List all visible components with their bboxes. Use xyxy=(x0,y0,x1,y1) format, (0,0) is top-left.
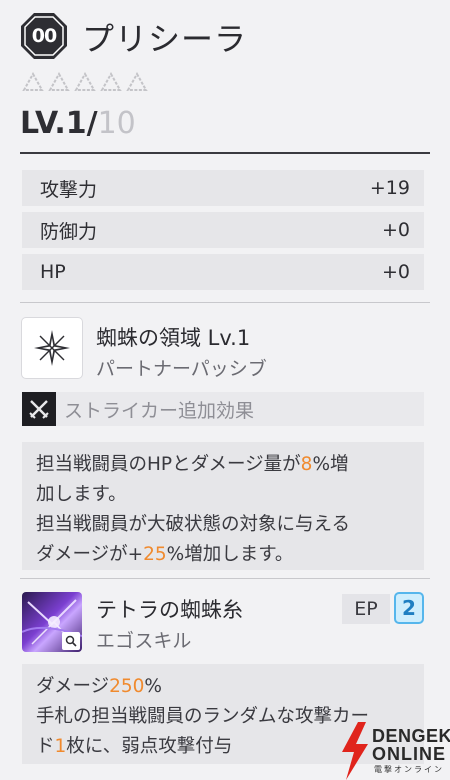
stat-row-defense: 防御力 +0 xyxy=(22,212,424,248)
stat-row-hp: HP +0 xyxy=(22,254,424,290)
passive-skill-icon[interactable] xyxy=(22,318,82,378)
character-name: プリシーラ xyxy=(82,20,248,58)
stat-value: +19 xyxy=(369,177,410,199)
passive-description: 担当戦闘員のHPとダメージ量が8%増 加します。 担当戦闘員が大破状態の対象に与… xyxy=(22,442,424,570)
section-divider xyxy=(20,302,430,303)
ego-skill-type: エゴスキル xyxy=(96,630,192,652)
ego-skill-title: テトラの蜘蛛糸 xyxy=(96,598,243,622)
level-current: LV.1/ xyxy=(20,106,98,141)
rarity-badge: 00 xyxy=(20,12,68,60)
crossed-swords-icon xyxy=(22,392,56,426)
partner-detail-panel: 00 プリシーラ LV.1/10 攻撃力 +19 防御力 +0 HP +0 蜘蛛… xyxy=(0,0,450,780)
ego-skill-icon[interactable] xyxy=(22,592,82,652)
watermark-line3: 電撃オンライン xyxy=(374,765,444,774)
limit-break-stars xyxy=(22,72,148,92)
striker-effect-label: ストライカー追加効果 xyxy=(64,399,255,422)
passive-skill-type: パートナーパッシブ xyxy=(96,358,267,380)
star-empty-icon xyxy=(100,72,122,91)
star-empty-icon xyxy=(48,72,70,91)
level-display: LV.1/10 xyxy=(20,106,136,141)
star-empty-icon xyxy=(126,72,148,91)
ep-cost-badge: 2 xyxy=(394,592,424,624)
header-divider xyxy=(20,152,430,154)
level-max: 10 xyxy=(97,106,136,141)
stat-label: 攻撃力 xyxy=(40,178,98,201)
sparkle-icon xyxy=(34,330,70,366)
badge-label: 00 xyxy=(31,25,57,47)
dengeki-online-watermark: DENGEKI ONLINE 電撃オンライン xyxy=(338,722,450,780)
watermark-line2: ONLINE xyxy=(372,744,447,764)
stat-value: +0 xyxy=(381,261,410,283)
desc-line: 加します。 xyxy=(36,484,127,505)
desc-line: ダメージが+25%増加します。 xyxy=(36,544,294,565)
magnifier-icon[interactable] xyxy=(62,632,80,650)
stat-label: HP xyxy=(40,261,66,283)
desc-line: ダメージ250% xyxy=(36,676,162,697)
stat-label: 防御力 xyxy=(40,220,98,243)
star-empty-icon xyxy=(22,72,44,91)
star-empty-icon xyxy=(74,72,96,91)
desc-line: 担当戦闘員が大破状態の対象に与える xyxy=(36,514,350,535)
ep-label: EP xyxy=(342,594,390,624)
striker-effect-bar: ストライカー追加効果 xyxy=(22,392,424,426)
lightning-logo-icon xyxy=(342,722,368,780)
desc-line: 担当戦闘員のHPとダメージ量が8%増 xyxy=(36,454,349,475)
passive-skill-title: 蜘蛛の領域 Lv.1 xyxy=(96,326,251,350)
section-divider xyxy=(20,578,430,579)
stat-value: +0 xyxy=(381,219,410,241)
stat-row-attack: 攻撃力 +19 xyxy=(22,170,424,206)
